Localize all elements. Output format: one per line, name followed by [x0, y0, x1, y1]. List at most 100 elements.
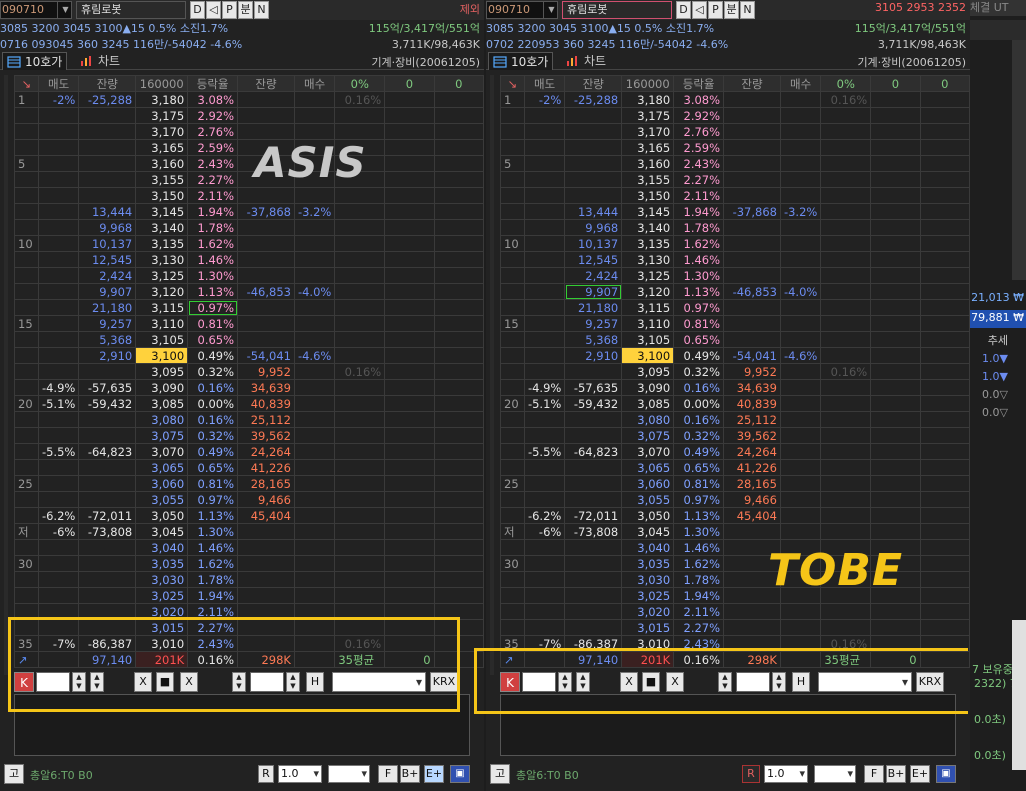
cell-rate[interactable]: 0.00% — [673, 395, 725, 412]
cell-bpct[interactable] — [779, 395, 822, 412]
column-header[interactable]: 잔량 — [564, 75, 623, 92]
cell-empty[interactable] — [433, 539, 485, 556]
cell-idx[interactable] — [14, 171, 39, 188]
column-header[interactable]: 0 — [384, 75, 435, 92]
cell-pct[interactable]: -5.5% — [523, 443, 566, 460]
cell-rate[interactable]: 2.59% — [187, 139, 239, 156]
cell-idx[interactable] — [500, 459, 525, 476]
cell-idx[interactable]: 1 — [500, 91, 525, 108]
cell-price[interactable]: 3,125 — [135, 267, 189, 284]
cell-vol[interactable]: 2,910 — [78, 347, 137, 364]
cell-bvol[interactable]: 34,639 — [237, 379, 295, 396]
cell-idx[interactable] — [500, 491, 525, 508]
cell-vol[interactable]: 12,545 — [564, 251, 623, 268]
cell-rate[interactable]: 0.16% — [673, 379, 725, 396]
cell-idx[interactable] — [14, 363, 39, 380]
cell-pct[interactable] — [523, 107, 566, 124]
f-button[interactable]: F — [378, 765, 398, 783]
orderbook-row[interactable]: 3,175 2.92% — [14, 107, 485, 124]
cell-empty[interactable] — [870, 203, 921, 220]
orderbook-row[interactable]: 20 -5.1% -59,432 3,085 0.00% 40,839 — [500, 395, 971, 412]
orderbook-row[interactable]: 13,444 3,145 1.94% -37,868 -3.2% — [500, 203, 971, 220]
cell-empty[interactable] — [384, 139, 435, 156]
cell-bvol[interactable]: 34,639 — [723, 379, 781, 396]
cell-extra[interactable] — [334, 203, 386, 220]
orderbook-row[interactable]: 9,907 3,120 1.13% -46,853 -4.0% — [500, 283, 971, 300]
orderbook-row[interactable]: 3,095 0.32% 9,952 0.16% — [14, 363, 485, 380]
cell-empty[interactable] — [384, 459, 435, 476]
cell-empty[interactable] — [384, 571, 435, 588]
cell-empty[interactable] — [919, 459, 971, 476]
cell-price[interactable]: 3,075 — [621, 427, 675, 444]
cell-bpct[interactable] — [779, 363, 822, 380]
cell-bvol[interactable]: 39,562 — [723, 427, 781, 444]
stock-code-select[interactable]: 090710 ▼ — [0, 1, 72, 19]
orderbook-row[interactable]: 3,165 2.59% — [500, 139, 971, 156]
cell-price[interactable]: 3,150 — [135, 187, 189, 204]
cell-empty[interactable] — [870, 315, 921, 332]
cell-price[interactable]: 3,040 — [135, 539, 189, 556]
orderbook-row[interactable]: 3,075 0.32% 39,562 — [14, 427, 485, 444]
cell-vol[interactable]: 9,968 — [564, 219, 623, 236]
cell-empty[interactable] — [384, 395, 435, 412]
cell-vol[interactable] — [564, 459, 623, 476]
cell-empty[interactable] — [919, 107, 971, 124]
orderbook-row[interactable]: 3,080 0.16% 25,112 — [500, 411, 971, 428]
cell-bvol[interactable] — [237, 219, 295, 236]
cell-price[interactable]: 3,135 — [135, 235, 189, 252]
cell-empty[interactable] — [919, 571, 971, 588]
cell-pct[interactable] — [523, 475, 566, 492]
cell-bpct[interactable] — [779, 155, 822, 172]
orderbook-row[interactable]: 3,075 0.32% 39,562 — [500, 427, 971, 444]
cell-empty[interactable] — [870, 603, 921, 620]
cell-empty[interactable] — [384, 443, 435, 460]
cell-pct[interactable] — [523, 411, 566, 428]
cell-bpct[interactable] — [779, 91, 822, 108]
cell-empty[interactable] — [433, 235, 485, 252]
cell-pct[interactable] — [523, 187, 566, 204]
cell-bpct[interactable]: -4.6% — [779, 347, 822, 364]
cell-price[interactable]: 3,105 — [135, 331, 189, 348]
cell-bvol[interactable]: 41,226 — [237, 459, 295, 476]
cell-idx[interactable] — [14, 251, 39, 268]
cell-pct[interactable]: -4.9% — [37, 379, 80, 396]
cell-idx[interactable] — [500, 283, 525, 300]
cell-price[interactable]: 3,120 — [135, 283, 189, 300]
strip-s4[interactable]: 0.0▽ — [970, 405, 1026, 421]
cell-price[interactable]: 3,170 — [135, 123, 189, 140]
strip-s3[interactable]: 0.0▽ — [970, 387, 1026, 403]
cell-bvol[interactable]: 39,562 — [237, 427, 295, 444]
cell-price[interactable]: 3,050 — [135, 507, 189, 524]
cell-idx[interactable]: 15 — [14, 315, 39, 332]
cell-bvol[interactable] — [237, 315, 295, 332]
cell-idx[interactable] — [14, 203, 39, 220]
cell-price[interactable]: 3,045 — [621, 523, 675, 540]
cell-empty[interactable] — [384, 539, 435, 556]
tab-10hoga[interactable]: 10호가 — [2, 52, 68, 70]
cell-bpct[interactable] — [779, 331, 822, 348]
column-header[interactable]: ↘ — [14, 75, 39, 92]
cell-extra[interactable] — [334, 379, 386, 396]
cell-vol[interactable]: 9,257 — [564, 315, 623, 332]
back-button[interactable]: ◁ — [206, 1, 221, 19]
orderbook-row[interactable]: 5,368 3,105 0.65% — [14, 331, 485, 348]
cell-vol[interactable]: 12,545 — [78, 251, 137, 268]
orderbook-row[interactable]: 3,055 0.97% 9,466 — [500, 491, 971, 508]
cell-idx[interactable] — [500, 203, 525, 220]
column-header[interactable]: 160000 — [621, 75, 675, 92]
cell-price[interactable]: 3,090 — [621, 379, 675, 396]
cell-vol[interactable] — [78, 187, 137, 204]
cell-extra[interactable] — [334, 571, 386, 588]
cell-empty[interactable] — [433, 91, 485, 108]
cell-bvol[interactable] — [723, 251, 781, 268]
cell-extra[interactable] — [334, 267, 386, 284]
cell-rate[interactable]: 2.27% — [673, 619, 725, 636]
cell-bvol[interactable]: 9,952 — [237, 363, 295, 380]
cell-empty[interactable] — [870, 91, 921, 108]
cell-price[interactable]: 3,020 — [621, 603, 675, 620]
cell-extra[interactable] — [334, 555, 386, 572]
cell-pct[interactable]: -2% — [37, 91, 80, 108]
cell-vol[interactable] — [78, 491, 137, 508]
cell-pct[interactable] — [523, 123, 566, 140]
orderbook-row[interactable]: -5.5% -64,823 3,070 0.49% 24,264 — [14, 443, 485, 460]
